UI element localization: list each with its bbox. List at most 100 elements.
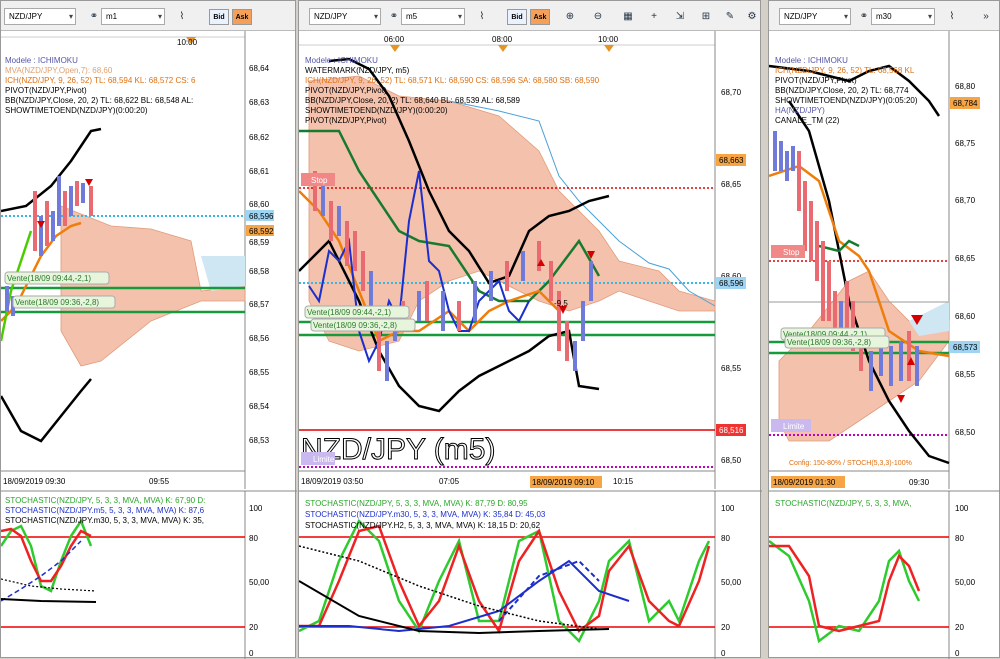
config-label: Config: 150-80% / STOCH(5,3,3)-100%: [789, 460, 912, 467]
price-tick: 68,65: [955, 254, 976, 263]
stoch-label: STOCHASTIC(NZD/JPY.H2, 5, 3, 3, MVA, MVA…: [305, 521, 541, 530]
price-tick: 68,50: [721, 456, 742, 465]
main-chart: 68,64 68,63 68,62 68,61 68,60 68,59 68,5…: [1, 31, 297, 659]
legend-label: WATERMARK(NZD/JPY, m5): [305, 66, 410, 75]
price-tick: 68,55: [955, 370, 976, 379]
price-tag: 68,784: [953, 99, 978, 108]
chart-pane-m30: NZD/JPY ⚭ m30 ⌇ » Stop Limite 68,80 68,7…: [768, 0, 1000, 659]
main-chart: Stop Limite 68,80 68,75 68,70 68,65 68,6…: [769, 31, 1000, 659]
price-tag: 68,516: [719, 426, 744, 435]
price-tick: 68,64: [249, 64, 270, 73]
stop-label: Stop: [783, 248, 800, 257]
legend-label: BB(NZD/JPY,Close, 20, 2) TL: 68,774: [775, 86, 909, 95]
time-label: 09:30: [909, 478, 930, 487]
order-label: Vente(18/09 09:44,-2,1): [7, 274, 91, 283]
chart-pane-m1: NZD/JPY ⚭ m1 ⌇ Bid Ask 68,64 68,63 68,62…: [0, 0, 297, 659]
stoch-tick: 20: [955, 623, 964, 632]
price-tag: 68,592: [249, 227, 274, 236]
time-marker-icon: [498, 45, 508, 52]
legend-label: PIVOT(NZD/JPY,Pivot): [775, 76, 857, 85]
legend-label: PIVOT(NZD/JPY,Pivot): [5, 86, 87, 95]
legend-label: Modele : ICHIMOKU: [5, 56, 78, 65]
order-label: Vente(18/09 09:44,-2,1): [307, 308, 391, 317]
stoch-label: STOCHASTIC(NZD/JPY.m5, 5, 3, 3, MVA, MVA…: [5, 506, 205, 515]
time-label: 18/09/2019 01:30: [773, 478, 836, 487]
price-tick: 68,56: [249, 334, 270, 343]
legend-label: SHOWTIMETOEND(NZD/JPY)(0:00:20): [5, 106, 148, 115]
legend-label: ICH(NZD/JPY, 9, 26, 52) TL: 68,571 KL: 6…: [305, 76, 600, 85]
stoch-tick: 80: [249, 534, 258, 543]
legend-label: CANALE_TM (22): [775, 116, 840, 125]
price-tick: 68,65: [721, 180, 742, 189]
stoch-tick: 80: [721, 534, 730, 543]
sell-arrow-icon: [85, 179, 93, 186]
price-tick: 68,57: [249, 300, 270, 309]
order-label: Vente(18/09 09:36,-2,8): [15, 298, 99, 307]
stoch-tick: 0: [721, 649, 726, 658]
legend-label: Modele : ICHIMOKU: [775, 56, 848, 65]
stoch-label: STOCHASTIC(NZD/JPY, 5, 3, 3, MVA,: [775, 499, 911, 508]
price-tick: 68,61: [249, 167, 270, 176]
sell-arrow-icon: [897, 395, 905, 403]
price-tick: 68,58: [249, 267, 270, 276]
stoch-tick: 20: [249, 623, 258, 632]
stoch-tick: 100: [721, 504, 735, 513]
limite-label: Limite: [783, 422, 805, 431]
time-label: 09:55: [149, 477, 170, 486]
legend-label: PIVOT(NZD/JPY,Pivot): [305, 116, 387, 125]
legend-label: BB(NZD/JPY,Close, 20, 2) TL: 68,622 BL: …: [5, 96, 193, 105]
order-label: Vente(18/09 09:36,-2,8): [313, 321, 397, 330]
time-label: 10:15: [613, 477, 634, 486]
time-marker-icon: [390, 45, 400, 52]
stoch-tick: 0: [249, 649, 254, 658]
stoch-tick: 80: [955, 534, 964, 543]
order-label: Vente(18/09 09:36,-2,8): [787, 338, 871, 347]
legend-label: BB(NZD/JPY,Close, 20, 2) TL: 68,640 BL: …: [305, 96, 521, 105]
legend-label: SHOWTIMETOEND(NZD/JPY)(0:05:20): [775, 96, 918, 105]
legend-label: MVA(NZD/JPY,Open,7): 68,60: [5, 66, 113, 75]
stoch-tick: 100: [955, 504, 969, 513]
time-label: 18/09/2019 09:30: [3, 477, 66, 486]
stoch-label: STOCHASTIC(NZD/JPY, 5, 3, 3, MVA, MVA) K…: [305, 499, 528, 508]
price-tick: 68,54: [249, 402, 270, 411]
stoch-tick: 50,00: [721, 578, 742, 587]
stoch-tick: 50,00: [249, 578, 270, 587]
time-top: 06:00: [384, 35, 405, 44]
price-tick: 68,75: [955, 139, 976, 148]
stoch-tick: 50,00: [955, 578, 976, 587]
stoch-tick: 0: [955, 649, 960, 658]
legend-label: SHOWTIMETOEND(NZD/JPY)(0:00:20): [305, 106, 448, 115]
stop-label: Stop: [311, 176, 328, 185]
main-chart: -9,5 NZD/JPY (m5) Stop Limite 68,70 68,6…: [299, 31, 762, 659]
time-label: 07:05: [439, 477, 460, 486]
legend-label: PIVOT(NZD/JPY,Pivot): [305, 86, 387, 95]
price-tick: 68,62: [249, 133, 270, 142]
price-tick: 68,53: [249, 436, 270, 445]
legend-label: ICH(NZD/JPY, 9, 26, 52) TL: 68,568 KL: [775, 66, 915, 75]
price-tick: 68,55: [721, 364, 742, 373]
time-label: 18/09/2019 09:10: [532, 478, 595, 487]
price-tick: 68,80: [955, 82, 976, 91]
sell-arrow-icon: [37, 221, 45, 228]
stoch-label: STOCHASTIC(NZD/JPY.m30, 5, 3, 3, MVA, MV…: [5, 516, 204, 525]
time-marker-icon: [604, 45, 614, 52]
price-tag: 68,573: [953, 343, 978, 352]
time-top: 10:00: [598, 35, 619, 44]
price-tag: 68,596: [249, 212, 274, 221]
time-label: 18/09/2019 03:50: [301, 477, 364, 486]
limite-label: Limite: [313, 455, 335, 464]
price-tick: 68,59: [249, 238, 270, 247]
stoch-tick: 100: [249, 504, 263, 513]
stoch-tick: 20: [721, 623, 730, 632]
price-tag: 68,596: [719, 279, 744, 288]
price-tick: 68,70: [721, 88, 742, 97]
stoch-label: STOCHASTIC(NZD/JPY.m30, 5, 3, 3, MVA, MV…: [305, 510, 546, 519]
price-tick: 68,63: [249, 98, 270, 107]
price-tick: 68,50: [955, 428, 976, 437]
time-top: 08:00: [492, 35, 513, 44]
price-tick: 68,70: [955, 196, 976, 205]
stoch-label: STOCHASTIC(NZD/JPY, 5, 3, 3, MVA, MVA) K…: [5, 496, 205, 505]
legend-label: HA(NZD/JPY): [775, 106, 825, 115]
price-tag: 68,663: [719, 156, 744, 165]
chart-pane-m5: NZD/JPY ⚭ m5 ⌇ Bid Ask ⊕ ⊖ ▦ + ⇲ ⊞ ✎ ⚙: [298, 0, 762, 659]
